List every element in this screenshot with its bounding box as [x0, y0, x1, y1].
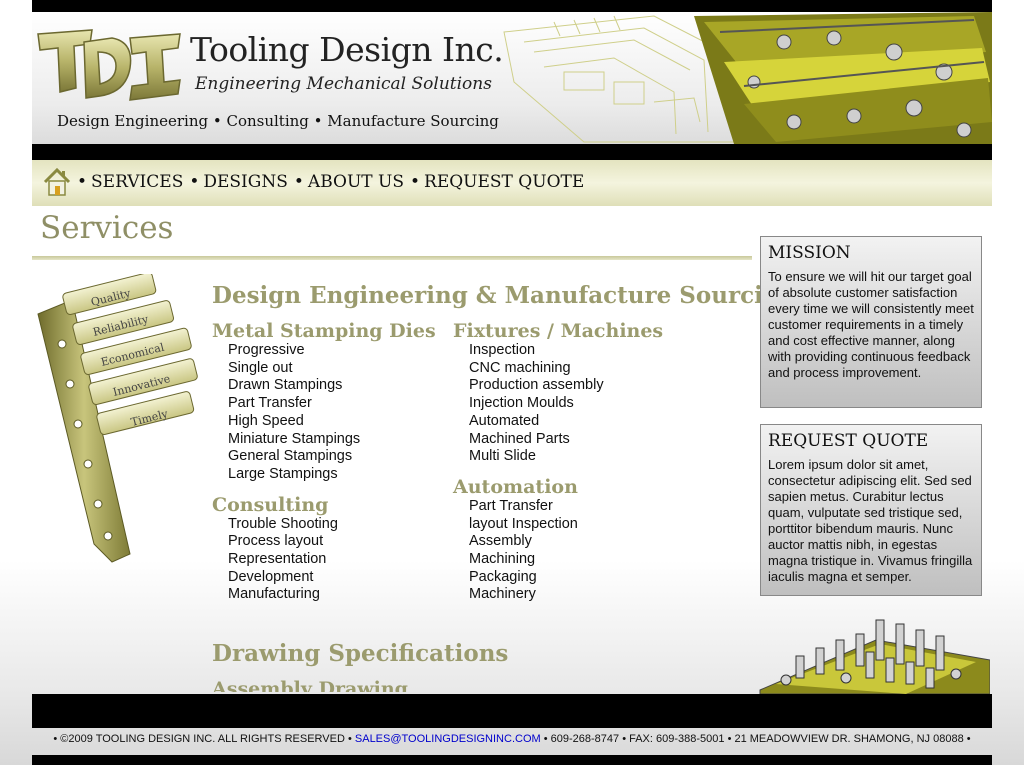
footer-contact: • 609-268-8747 • FAX: 609-388-5001 • 21 …: [543, 733, 971, 745]
list-item: General Stampings: [228, 448, 353, 465]
main-heading: Design Engineering & Manufacture Sourcin…: [212, 282, 772, 309]
list-item: Representation: [228, 551, 327, 568]
list-item: Drawn Stampings: [228, 377, 343, 394]
main-nav: • SERVICES • DESIGNS • ABOUT US • REQUEST QU…: [32, 160, 992, 206]
list-item: Multi Slide: [469, 448, 536, 465]
mission-text: To ensure we will hit our target goal of…: [768, 269, 974, 380]
list-item: Part Transfer: [469, 497, 553, 514]
footer-bar: [32, 694, 992, 728]
service-list: Progressive Single out Drawn Stampings P…: [228, 342, 452, 484]
list-item: Miniature Stampings: [228, 430, 361, 447]
footer-copyright: • ©2009 TOOLING DESIGN INC. ALL RIGHTS R…: [53, 733, 352, 745]
brand-title: Tooling Design Inc.: [190, 30, 504, 69]
services-content: Design Engineering & Manufacture Sourcin…: [212, 280, 772, 692]
services-column-right: Fixtures / Machines Inspection CNC machi…: [453, 320, 693, 614]
section-heading: Automation: [453, 475, 578, 498]
list-item: Manufacturing: [228, 586, 320, 603]
list-item: Production assembly: [469, 377, 604, 394]
request-quote-title: REQUEST QUOTE: [768, 431, 929, 451]
mission-box: MISSION To ensure we will hit our target…: [760, 236, 982, 408]
list-item: Single out: [228, 359, 293, 376]
nav-item-request-quote[interactable]: • REQUEST QUOTE: [410, 172, 584, 192]
list-item: layout Inspection: [469, 515, 578, 532]
home-icon[interactable]: [42, 166, 72, 198]
services-column-left: Metal Stamping Dies Progressive Single o…: [212, 320, 452, 614]
nav-menu: • SERVICES • DESIGNS • ABOUT US • REQUEST QU…: [77, 172, 590, 192]
section-heading: Consulting: [212, 493, 329, 516]
list-item: CNC machining: [469, 359, 571, 376]
list-item: Part Transfer: [228, 395, 312, 412]
section-heading: Fixtures / Machines: [453, 320, 664, 342]
request-quote-box[interactable]: REQUEST QUOTE Lorem ipsum dolor sit amet…: [760, 424, 982, 596]
list-item: Large Stampings: [228, 465, 338, 482]
machine-render-image: [759, 619, 990, 694]
list-item: Progressive: [228, 342, 305, 358]
section-heading: Metal Stamping Dies: [212, 320, 436, 342]
assembly-drawing-heading: Assembly Drawing: [212, 678, 408, 692]
request-quote-text: Lorem ipsum dolor sit amet, consectetur …: [768, 457, 973, 584]
page-wrapper: Tooling Design Inc. Engineering Mechanic…: [32, 0, 992, 765]
list-item: Trouble Shooting: [228, 515, 338, 532]
bottom-bar: [32, 755, 992, 765]
values-ribbon-image: Quality Reliability Economical Innovativ…: [37, 274, 198, 563]
footer: • ©2009 TOOLING DESIGN INC. ALL RIGHTS R…: [32, 733, 992, 745]
list-item: Machined Parts: [469, 430, 570, 447]
tooling-render-image: [503, 12, 992, 144]
list-item: Process layout: [228, 533, 324, 550]
tdi-logo-icon[interactable]: [34, 28, 184, 102]
service-list: Part Transfer layout Inspection Assembly…: [469, 498, 693, 604]
list-item: Assembly: [469, 533, 532, 550]
top-bar: [32, 0, 992, 12]
list-item: Packaging: [469, 568, 537, 585]
brand-tagline: Design Engineering • Consulting • Manufa…: [57, 112, 499, 130]
drawing-specifications-heading: Drawing Specifications: [212, 640, 509, 667]
nav-item-designs[interactable]: • DESIGNS: [189, 172, 288, 192]
nav-top-bar: [32, 144, 992, 160]
service-list: Inspection CNC machining Production asse…: [469, 342, 693, 466]
nav-item-services[interactable]: • SERVICES: [77, 172, 183, 192]
list-item: Machinery: [469, 586, 536, 603]
page-title: Services: [40, 210, 174, 246]
list-item: Automated: [469, 412, 540, 429]
service-list: Trouble Shooting Process layout Represen…: [228, 516, 452, 605]
nav-item-about-us[interactable]: • ABOUT US: [294, 172, 404, 192]
list-item: Machining: [469, 551, 536, 568]
mission-title: MISSION: [768, 243, 851, 263]
brand-subtitle: Engineering Mechanical Solutions: [195, 74, 492, 94]
list-item: Inspection: [469, 342, 536, 358]
list-item: High Speed: [228, 412, 304, 429]
footer-email-link[interactable]: SALES@TOOLINGDESIGNINC.COM: [355, 733, 541, 745]
header: Tooling Design Inc. Engineering Mechanic…: [32, 12, 992, 144]
title-divider: [32, 256, 752, 260]
list-item: Development: [228, 568, 314, 585]
list-item: Injection Moulds: [469, 395, 574, 412]
